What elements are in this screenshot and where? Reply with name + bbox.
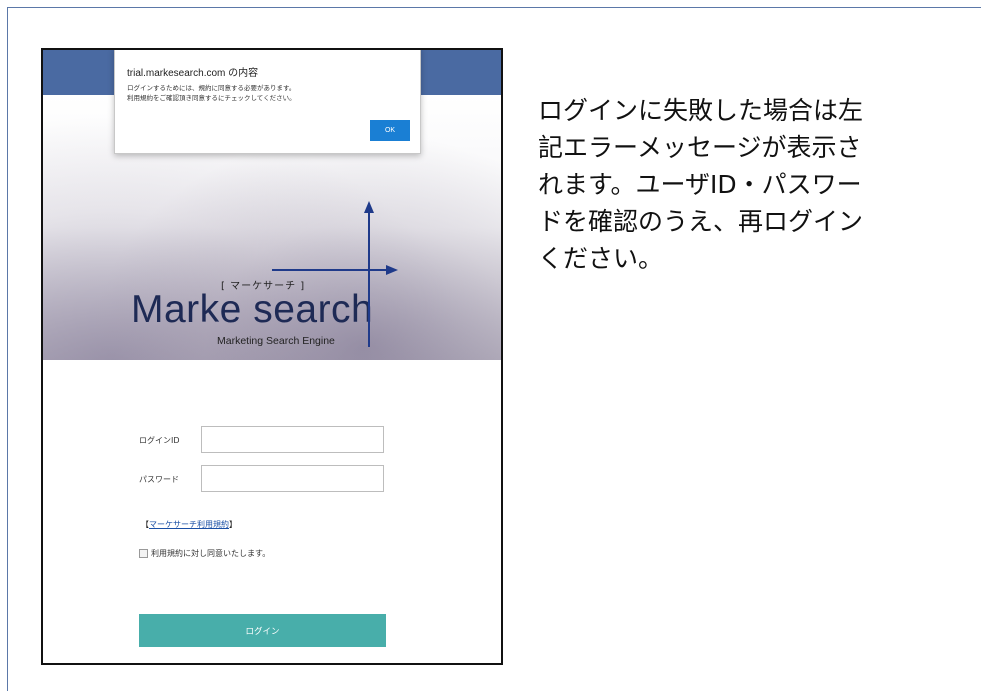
instruction-note: ログインに失敗した場合は左 記エラーメッセージが表示さ れます。ユーザID・パス… — [538, 92, 958, 277]
dialog-message: ログインするためには、規約に同意する必要があります。 利用規約をご確認頂き同意す… — [127, 83, 296, 103]
note-line: れます。ユーザID・パスワー — [538, 170, 862, 199]
logo-up-arrow-icon — [364, 201, 374, 213]
dialog-message-line: 利用規約をご確認頂き同意するにチェックしてください。 — [127, 94, 296, 102]
agree-row: 利用規約に対し同意いたします。 — [139, 548, 270, 559]
login-screenshot: [ マーケサーチ ] Marke search Marketing Search… — [41, 48, 503, 665]
login-id-label: ログインID — [139, 436, 180, 445]
logo-right-arrow-icon — [386, 265, 398, 275]
dialog-message-line: ログインするためには、規約に同意する必要があります。 — [127, 84, 296, 92]
dialog-title: trial.markesearch.com の内容 — [127, 68, 259, 79]
login-id-input[interactable] — [201, 426, 384, 453]
terms-link-row: 【マーケサーチ利用規約】 — [141, 519, 237, 530]
agree-label: 利用規約に対し同意いたします。 — [151, 549, 271, 558]
note-line: 記エラーメッセージが表示さ — [538, 133, 862, 162]
note-line: ログインに失敗した場合は左 — [538, 96, 864, 125]
login-button[interactable]: ログイン — [139, 614, 386, 647]
logo-vertical-line-lower — [368, 250, 370, 347]
terms-bracket-open: 【 — [141, 520, 149, 529]
terms-bracket-close: 】 — [229, 520, 237, 529]
alert-dialog: trial.markesearch.com の内容 ログインするためには、規約に… — [114, 50, 421, 154]
logo-horizontal-line — [272, 269, 389, 271]
note-line: ください。 — [538, 244, 664, 273]
logo-vertical-line — [368, 211, 370, 251]
logo-tagline: Marketing Search Engine — [217, 335, 335, 347]
password-label: パスワード — [139, 475, 179, 484]
logo-title: Marke search — [131, 288, 374, 331]
note-line: ドを確認のうえ、再ログイン — [538, 207, 864, 236]
terms-link[interactable]: マーケサーチ利用規約 — [149, 520, 229, 529]
password-input[interactable] — [201, 465, 384, 492]
agree-checkbox[interactable] — [139, 549, 148, 558]
dialog-ok-button[interactable]: OK — [370, 120, 410, 141]
